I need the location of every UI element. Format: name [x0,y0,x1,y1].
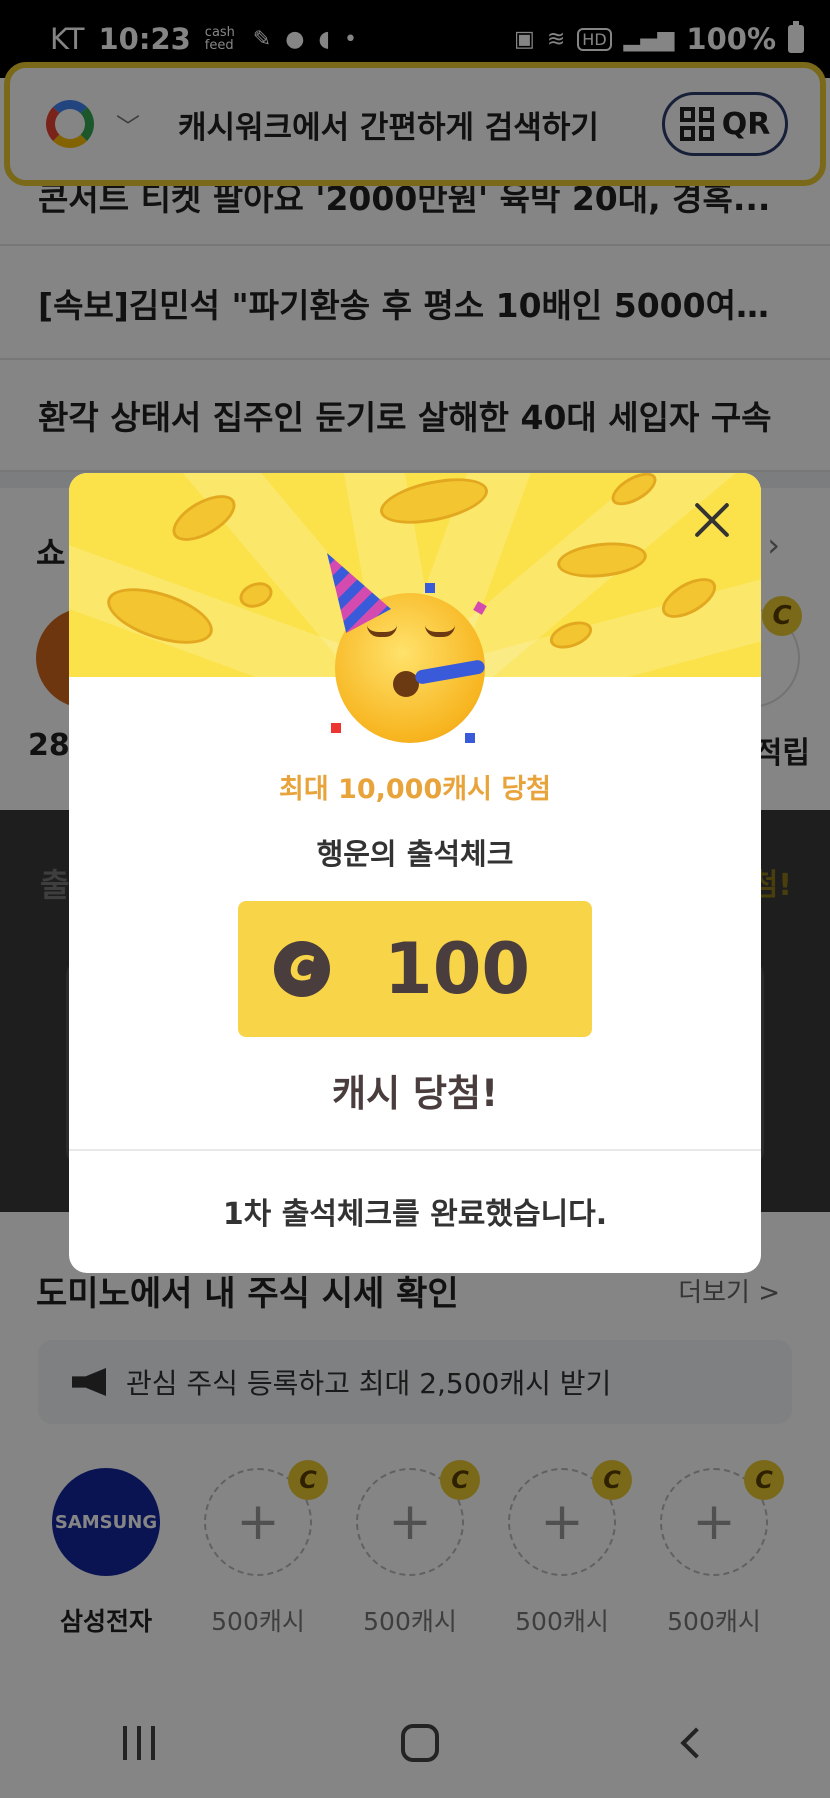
modal-title: 행운의 출석체크 [316,837,514,871]
party-face-icon [325,553,505,753]
prize-display: C 100 [238,901,592,1037]
cash-coin-icon: C [274,941,330,997]
prize-amount: 100 [384,928,531,1010]
close-icon[interactable] [687,495,737,545]
divider [69,1149,761,1151]
max-prize-subtitle: 최대 10,000캐시 당첨 [278,774,552,805]
attendance-modal: 최대 10,000캐시 당첨 행운의 출석체크 C 100 캐시 당첨! 1차 … [69,473,761,1273]
prize-won-label: 캐시 당첨! [332,1072,498,1115]
completion-message: 1차 출석체크를 완료했습니다. [222,1197,608,1232]
coin-decoration [235,577,277,613]
